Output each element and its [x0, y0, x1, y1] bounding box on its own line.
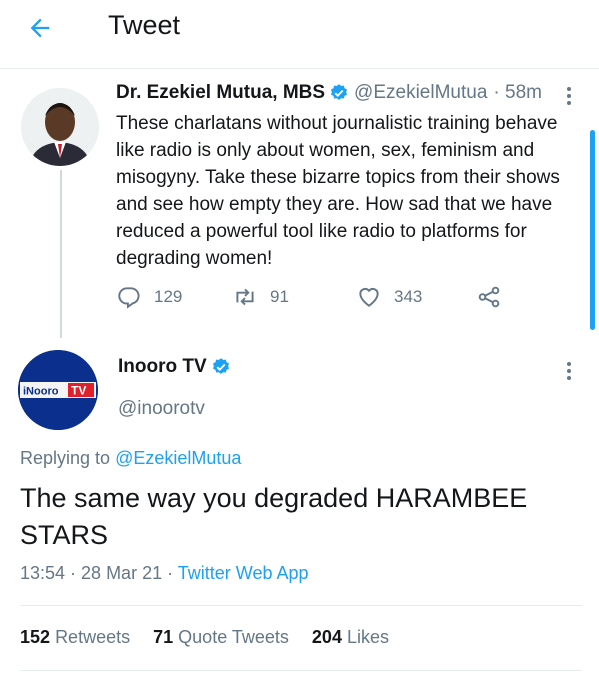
- likes-count: 204: [311, 627, 342, 647]
- like-button[interactable]: 343: [356, 284, 422, 310]
- avatar-inooro-tv[interactable]: iNooro TV: [18, 350, 98, 430]
- main-tweet-author: Inooro TV: [118, 356, 236, 378]
- author-name[interactable]: Dr. Ezekiel Mutua, MBS: [116, 82, 325, 104]
- quote-tweets-stat[interactable]: 71 Quote Tweets: [153, 627, 289, 647]
- engagement-stats: 152 Retweets 71 Quote Tweets 204 Likes: [20, 627, 407, 648]
- avatar-logo-text: iNooro: [23, 386, 59, 398]
- main-tweet-text: The same way you degraded HARAMBEE STARS: [20, 483, 528, 550]
- reply-count: 129: [154, 287, 183, 306]
- share-button[interactable]: [476, 284, 514, 310]
- parent-tweet-text: These charlatans without journalistic tr…: [116, 113, 560, 269]
- retweets-stat[interactable]: 152 Retweets: [20, 627, 130, 647]
- replying-to: Replying to @EzekielMutua: [20, 448, 241, 469]
- main-tweet-handle[interactable]: @inoorotv: [118, 398, 205, 420]
- verified-badge-icon: [331, 84, 348, 100]
- avatar-logo-tv: TV: [71, 384, 86, 398]
- replying-prefix: Replying to: [20, 448, 111, 468]
- like-count: 343: [394, 287, 423, 306]
- avatar-ezekiel-mutua[interactable]: [21, 88, 99, 166]
- tweet-time: · 58m: [493, 82, 542, 103]
- quotes-label: Quote Tweets: [178, 627, 289, 647]
- author-name[interactable]: Inooro TV: [118, 356, 207, 378]
- parent-tweet-meta: Dr. Ezekiel Mutua, MBS @EzekielMutua · 5…: [116, 82, 542, 104]
- author-handle[interactable]: @EzekielMutua: [354, 82, 487, 104]
- share-icon: [478, 286, 500, 308]
- reply-button[interactable]: 129: [116, 284, 182, 310]
- retweets-count: 152: [20, 627, 51, 647]
- back-arrow-icon[interactable]: [26, 14, 54, 42]
- scrollbar[interactable]: [590, 130, 595, 330]
- more-options-icon[interactable]: [566, 86, 572, 106]
- likes-stat[interactable]: 204 Likes: [312, 627, 389, 647]
- more-options-icon[interactable]: [566, 361, 572, 381]
- parent-tweet-actions: 129 91 343: [116, 284, 556, 314]
- divider: [20, 605, 582, 606]
- header-divider: [0, 68, 599, 69]
- inooro-logo-icon: iNooro TV: [18, 350, 98, 430]
- top-bar: Tweet: [0, 0, 599, 62]
- reply-icon: [118, 287, 140, 309]
- verified-badge-icon: [212, 358, 229, 374]
- retweet-button[interactable]: 91: [232, 284, 289, 310]
- replying-handle-link[interactable]: @EzekielMutua: [115, 448, 241, 468]
- divider: [20, 670, 582, 671]
- likes-label: Likes: [346, 627, 390, 647]
- retweets-label: Retweets: [55, 627, 131, 647]
- page-title: Tweet: [108, 10, 181, 40]
- timestamp-text: 13:54 · 28 Mar 21 ·: [20, 563, 174, 583]
- retweet-icon: [236, 288, 254, 306]
- thread-connector-line: [60, 170, 62, 338]
- source-app-link[interactable]: Twitter Web App: [178, 563, 309, 583]
- avatar-portrait-icon: [21, 88, 99, 166]
- retweet-count: 91: [270, 287, 289, 306]
- quotes-count: 71: [153, 627, 174, 647]
- tweet-timestamp: 13:54 · 28 Mar 21 · Twitter Web App: [20, 563, 309, 584]
- heart-icon: [359, 287, 379, 307]
